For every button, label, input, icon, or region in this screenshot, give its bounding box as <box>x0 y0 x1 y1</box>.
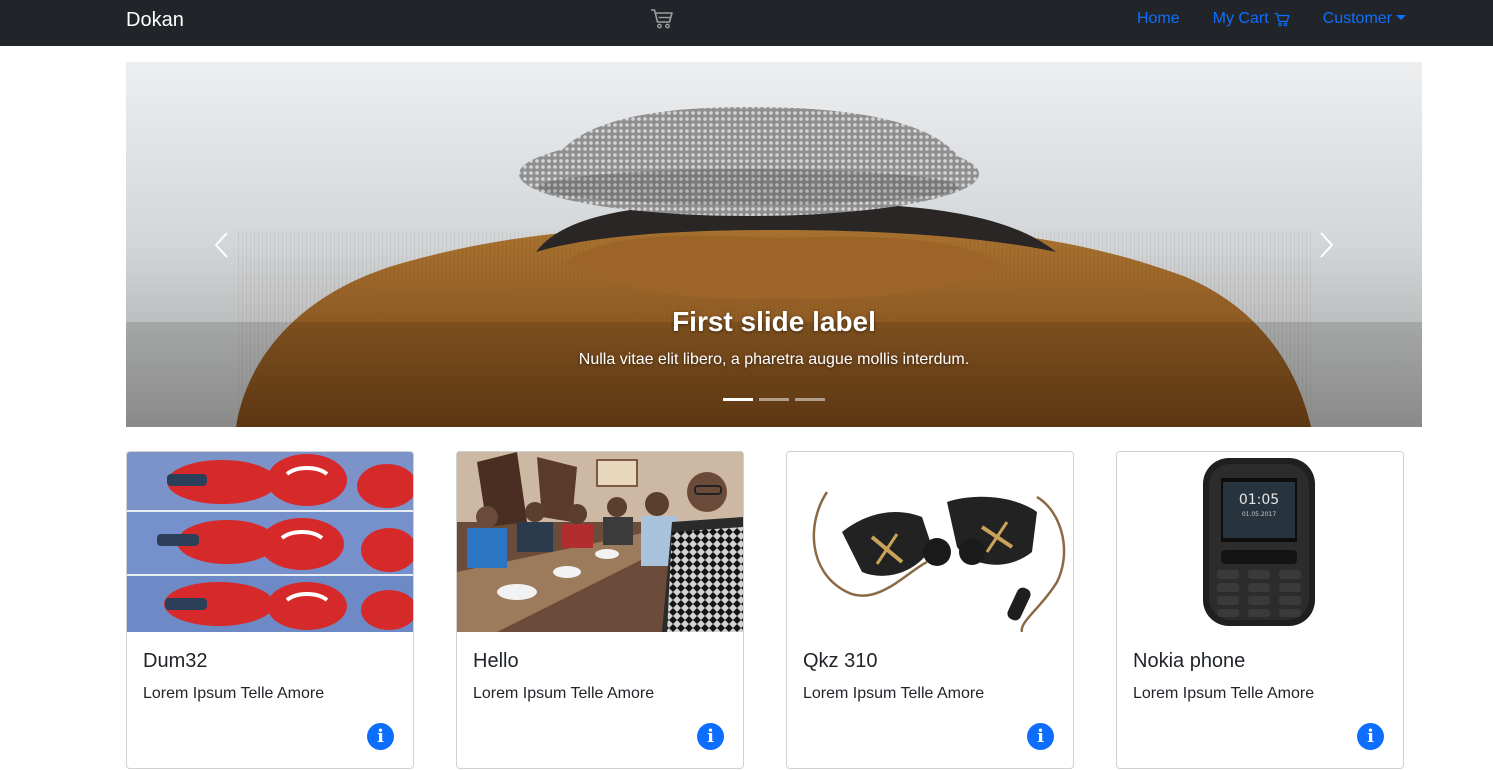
nav-customer-label: Customer <box>1322 10 1392 27</box>
nokia-phone-image: 01:05 01.05.2017 <box>1117 452 1403 632</box>
product-description: Lorem Ipsum Telle Amore <box>1133 685 1315 702</box>
nav-home-label: Home <box>1136 10 1180 27</box>
svg-text:01.05.2017: 01.05.2017 <box>1242 511 1277 518</box>
nav-my-cart-label: My Cart <box>1212 10 1269 27</box>
svg-text:01:05: 01:05 <box>1239 492 1279 508</box>
info-icon[interactable]: i <box>367 723 394 750</box>
chevron-right-icon[interactable] <box>1316 230 1336 260</box>
info-icon[interactable]: i <box>1027 723 1054 750</box>
nav-customer-dropdown[interactable]: Customer <box>1323 9 1406 29</box>
carousel-caption: First slide label Nulla vitae elit liber… <box>126 305 1422 371</box>
product-description: Lorem Ipsum Telle Amore <box>803 685 985 702</box>
carousel-indicators <box>723 398 825 401</box>
info-icon[interactable]: i <box>697 723 724 750</box>
spiderman-meme-image <box>127 452 413 632</box>
product-card[interactable]: Dum32 Lorem Ipsum Telle Amore i <box>126 451 414 769</box>
hero-carousel: First slide label Nulla vitae elit liber… <box>126 62 1422 427</box>
chevron-left-icon[interactable] <box>212 230 232 260</box>
info-icon[interactable]: i <box>1357 723 1384 750</box>
carousel-indicator-2[interactable] <box>759 398 789 401</box>
product-card[interactable]: 01:05 01.05.2017 Nokia phone Lorem Ipsum… <box>1116 451 1404 769</box>
carousel-slide-image <box>126 62 1422 427</box>
caret-down-icon <box>1396 14 1406 20</box>
product-description: Lorem Ipsum Telle Amore <box>473 685 655 702</box>
nav-home-link[interactable]: Home <box>1137 9 1180 29</box>
product-title: Hello <box>473 650 519 672</box>
top-navbar: Dokan Home My Cart Customer <box>0 0 1493 46</box>
product-title: Qkz 310 <box>803 650 878 672</box>
carousel-indicator-3[interactable] <box>795 398 825 401</box>
carousel-caption-title: First slide label <box>672 306 876 337</box>
carousel-caption-text: Nulla vitae elit libero, a pharetra augu… <box>578 351 970 368</box>
product-title: Nokia phone <box>1133 650 1246 672</box>
product-grid: Dum32 Lorem Ipsum Telle Amore i Hello Lo… <box>126 451 1404 770</box>
nav-my-cart-link[interactable]: My Cart <box>1213 9 1290 29</box>
brand-link[interactable]: Dokan <box>126 8 184 32</box>
product-card[interactable]: Hello Lorem Ipsum Telle Amore i <box>456 451 744 769</box>
cart-icon[interactable] <box>650 8 674 30</box>
product-description: Lorem Ipsum Telle Amore <box>143 685 325 702</box>
product-card[interactable]: Qkz 310 Lorem Ipsum Telle Amore i <box>786 451 1074 769</box>
carousel-indicator-1[interactable] <box>723 398 753 401</box>
nav-links: Home My Cart Customer <box>1137 9 1406 29</box>
group-dinner-photo <box>457 452 743 632</box>
product-title: Dum32 <box>143 650 208 672</box>
cart-icon <box>1274 12 1290 26</box>
earphones-image <box>787 452 1073 632</box>
